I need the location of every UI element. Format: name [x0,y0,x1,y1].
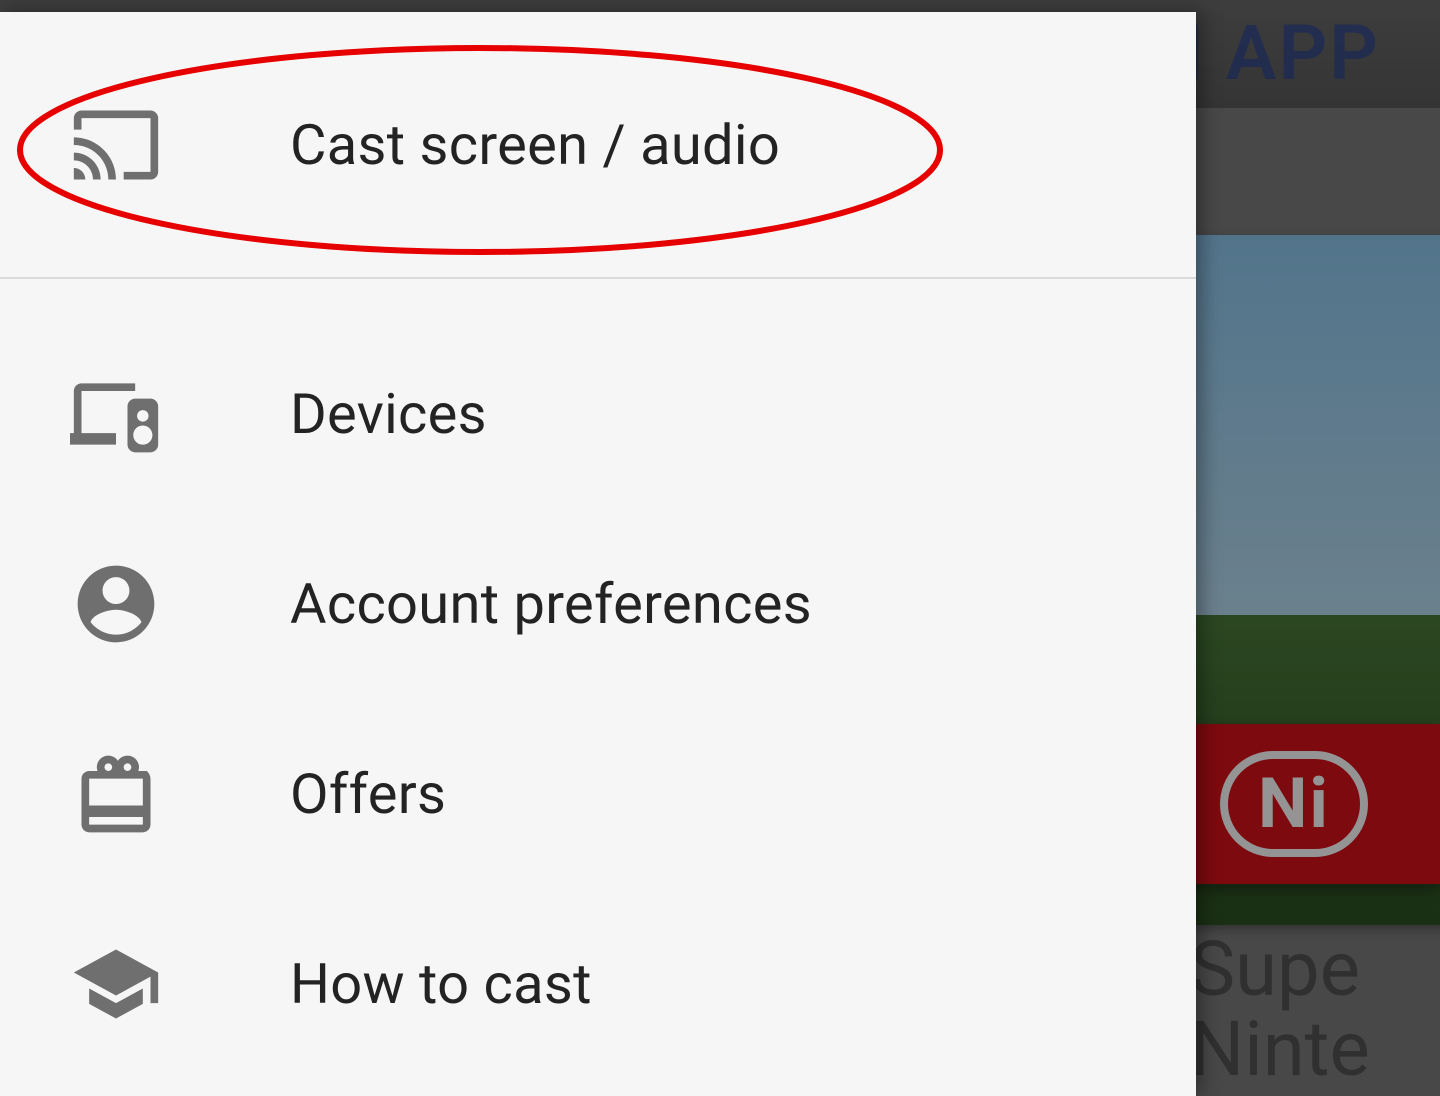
menu-item-account-preferences[interactable]: Account preferences [0,509,1196,699]
menu-item-offers[interactable]: Offers [0,699,1196,889]
menu-item-label: Devices [290,381,487,447]
account-icon [70,558,290,650]
menu-item-label: How to cast [290,951,592,1017]
menu-item-label: Offers [290,761,446,827]
drawer-primary-section: Cast screen / audio [0,12,1196,279]
how-to-cast-icon [70,938,290,1030]
cast-icon [70,99,290,191]
menu-item-label: Account preferences [290,571,812,637]
navigation-drawer: Cast screen / audio Devices Account pref… [0,12,1196,1096]
devices-icon [70,368,290,460]
offers-icon [70,748,290,840]
menu-item-how-to-cast[interactable]: How to cast [0,889,1196,1079]
menu-item-devices[interactable]: Devices [0,319,1196,509]
menu-item-cast-screen-audio[interactable]: Cast screen / audio [0,12,1196,277]
menu-item-label: Cast screen / audio [290,112,780,178]
drawer-menu-list: Devices Account preferences Offers How t… [0,279,1196,1079]
viewport: EN APP Ni Supe Ninte Cast screen / audio [0,0,1440,1096]
